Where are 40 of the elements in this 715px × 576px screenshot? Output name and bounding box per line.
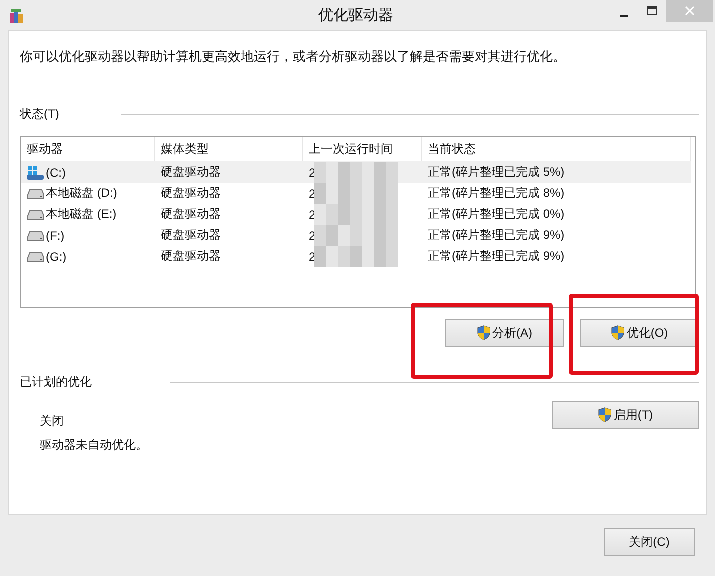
close-dialog-button[interactable]: 关闭(C): [604, 528, 695, 556]
schedule-state: 关闭: [40, 413, 65, 430]
section-heading: 状态(T): [20, 106, 60, 123]
action-button[interactable]: 分析(A): [445, 319, 564, 347]
table-cell-text: 正常(碎片整理已完成 9%): [427, 248, 566, 265]
system-drive-icon: [27, 164, 45, 180]
minimize-icon: [620, 15, 628, 17]
column-header[interactable]: 驱动器: [21, 137, 155, 161]
section-heading: 已计划的优化: [20, 374, 92, 391]
shield-icon: [598, 407, 612, 423]
schedule-description: 驱动器未自动优化。: [40, 437, 148, 454]
column-header[interactable]: 当前状态: [422, 137, 691, 161]
shield-icon: [476, 325, 490, 341]
close-icon: [684, 6, 694, 16]
table-cell-text: 硬盘驱动器: [160, 227, 222, 244]
drive-name: (C:): [46, 166, 66, 180]
disk-drive-icon: [27, 230, 45, 242]
disk-drive-icon: [27, 208, 45, 220]
drive-name: (F:): [46, 228, 65, 242]
table-cell-text: 正常(碎片整理已完成 8%): [427, 185, 566, 202]
disk-drive-icon: [27, 250, 45, 262]
maximize-icon: [646, 6, 658, 16]
drive-name: 本地磁盘 (D:): [46, 185, 118, 202]
intro-text: 你可以优化驱动器以帮助计算机更高效地运行，或者分析驱动器以了解是否需要对其进行优化。: [20, 48, 567, 66]
enable-button[interactable]: 启用(T): [552, 401, 699, 429]
table-cell-text: 正常(碎片整理已完成 9%): [427, 227, 566, 244]
app-icon: [9, 8, 25, 24]
table-cell-text: 硬盘驱动器: [160, 164, 222, 181]
table-cell-text: 硬盘驱动器: [160, 248, 222, 265]
shield-icon: [610, 325, 625, 341]
disk-drive-icon: [27, 188, 45, 200]
column-header[interactable]: 上一次运行时间: [303, 137, 422, 161]
table-cell-text: 正常(碎片整理已完成 5%): [427, 164, 566, 181]
drive-name: 本地磁盘 (E:): [46, 206, 117, 223]
drive-name: (G:): [46, 250, 67, 264]
window-title: 优化驱动器: [318, 6, 394, 25]
table-cell-text: 硬盘驱动器: [160, 206, 222, 223]
table-cell-text: 硬盘驱动器: [160, 185, 222, 202]
table-cell-text: 正常(碎片整理已完成 0%): [427, 206, 566, 223]
column-header[interactable]: 媒体类型: [155, 137, 303, 161]
